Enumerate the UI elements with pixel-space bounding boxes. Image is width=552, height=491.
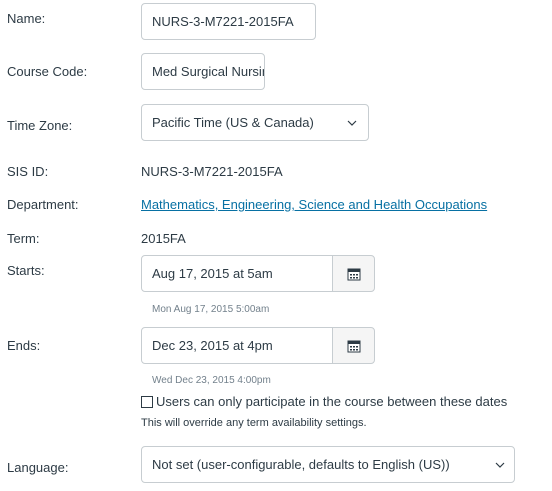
- chevron-down-icon: [347, 120, 357, 126]
- name-input[interactable]: NURS-3-M7221-2015FA: [141, 3, 316, 40]
- time-zone-select[interactable]: Pacific Time (US & Canada): [141, 104, 369, 141]
- sis-id-value: NURS-3-M7221-2015FA: [141, 164, 283, 179]
- term-value: 2015FA: [141, 231, 186, 246]
- name-label: Name:: [7, 11, 46, 26]
- starts-date-input[interactable]: Aug 17, 2015 at 5am: [141, 255, 333, 292]
- language-select[interactable]: Not set (user-configurable, defaults to …: [141, 446, 515, 483]
- sis-id-label: SIS ID:: [7, 164, 49, 179]
- department-label: Department:: [7, 197, 79, 212]
- ends-calendar-button[interactable]: [332, 327, 375, 364]
- ends-date-hint: Wed Dec 23, 2015 4:00pm: [152, 375, 271, 386]
- starts-date-hint: Mon Aug 17, 2015 5:00am: [152, 304, 270, 315]
- time-zone-label: Time Zone:: [7, 118, 73, 133]
- course-code-label: Course Code:: [7, 64, 88, 79]
- language-value: Not set (user-configurable, defaults to …: [152, 457, 450, 472]
- calendar-icon: [347, 268, 360, 280]
- restrict-dates-note: This will override any term availability…: [141, 417, 367, 429]
- starts-calendar-button[interactable]: [332, 255, 375, 292]
- restrict-dates-label: Users can only participate in the course…: [156, 394, 508, 409]
- starts-label: Starts:: [7, 263, 45, 278]
- restrict-dates-row[interactable]: Users can only participate in the course…: [141, 394, 507, 409]
- course-code-input[interactable]: Med Surgical Nursing: [141, 53, 265, 90]
- department-link[interactable]: Mathematics, Engineering, Science and He…: [141, 197, 487, 212]
- restrict-dates-checkbox[interactable]: [141, 395, 153, 408]
- time-zone-value: Pacific Time (US & Canada): [152, 115, 314, 130]
- language-label: Language:: [7, 460, 69, 475]
- ends-label: Ends:: [7, 338, 41, 353]
- calendar-icon: [347, 340, 360, 352]
- term-label: Term:: [7, 231, 40, 246]
- ends-date-input[interactable]: Dec 23, 2015 at 4pm: [141, 327, 333, 364]
- chevron-down-icon: [495, 462, 505, 468]
